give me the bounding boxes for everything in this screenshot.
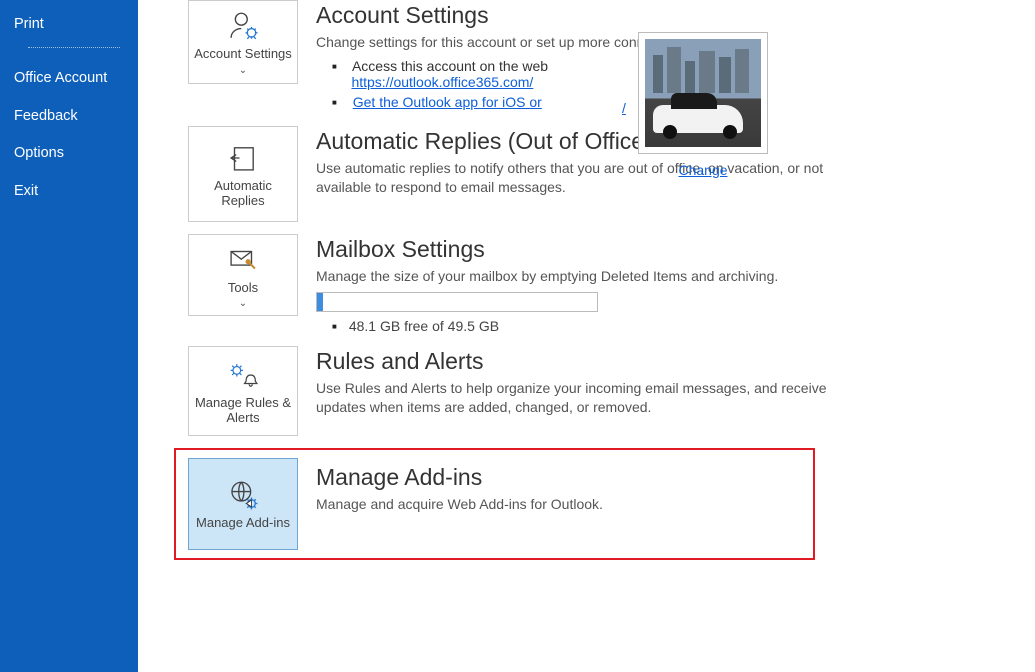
mailbox-storage-text: 48.1 GB free of 49.5 GB (316, 318, 866, 334)
tile-label: Account Settings ⌄ (193, 47, 293, 77)
account-photo (645, 39, 761, 147)
tile-label: Tools (228, 281, 258, 296)
tile-label: Manage Rules & Alerts (193, 396, 293, 426)
get-app-link[interactable]: Get the Outlook app for iOS or (353, 94, 542, 110)
section-title-account: Account Settings (316, 2, 866, 29)
section-rules-alerts: Manage Rules & Alerts Rules and Alerts U… (188, 346, 1035, 436)
section-automatic-replies: Automatic Replies Automatic Replies (Out… (188, 126, 1035, 222)
tile-tools[interactable]: Tools ⌄ (188, 234, 298, 316)
gear-bell-icon (226, 358, 260, 392)
sidebar-item-office-account[interactable]: Office Account (0, 60, 138, 97)
envelope-wrench-icon (226, 243, 260, 277)
tile-rules-alerts[interactable]: Manage Rules & Alerts (188, 346, 298, 436)
backstage-sidebar: Print Office Account Feedback Options Ex… (0, 0, 138, 672)
sidebar-divider (28, 47, 120, 48)
chevron-down-icon: ⌄ (239, 298, 247, 309)
highlight-manage-addins: Manage Add-ins Manage Add-ins Manage and… (174, 448, 815, 560)
tile-account-settings[interactable]: Account Settings ⌄ (188, 0, 298, 84)
tile-label: Manage Add-ins (196, 516, 290, 531)
person-gear-icon (226, 9, 260, 43)
sidebar-item-feedback[interactable]: Feedback (0, 98, 138, 135)
section-mailbox-settings: Tools ⌄ Mailbox Settings Manage the size… (188, 234, 1035, 334)
section-title-mailbox: Mailbox Settings (316, 236, 866, 263)
section-account-settings: Account Settings ⌄ Account Settings Chan… (188, 0, 1035, 114)
sidebar-item-print[interactable]: Print (0, 6, 138, 43)
sidebar-item-options[interactable]: Options (0, 135, 138, 172)
globe-gear-icon (226, 478, 260, 512)
access-web-label: Access this account on the web (352, 58, 548, 74)
url-fragment: / (622, 100, 626, 116)
mailbox-usage-bar (316, 292, 598, 312)
tile-label: Automatic Replies (193, 179, 293, 209)
account-photo-frame (638, 32, 768, 154)
section-desc-account: Change settings for this account or set … (316, 33, 866, 52)
sidebar-item-exit[interactable]: Exit (0, 173, 138, 210)
section-desc-mailbox: Manage the size of your mailbox by empty… (316, 267, 866, 286)
auto-reply-icon (226, 141, 260, 175)
main-content: Account Settings ⌄ Account Settings Chan… (138, 0, 1035, 672)
section-title-autoreply: Automatic Replies (Out of Office) (316, 128, 866, 155)
change-photo-link[interactable]: Change (638, 162, 768, 178)
account-photo-box: Change (638, 32, 768, 178)
section-desc-rules: Use Rules and Alerts to help organize yo… (316, 379, 866, 417)
mailbox-usage-fill (317, 293, 323, 311)
chevron-down-icon: ⌄ (239, 65, 247, 76)
section-title-addins: Manage Add-ins (316, 464, 813, 491)
tile-automatic-replies[interactable]: Automatic Replies (188, 126, 298, 222)
section-title-rules: Rules and Alerts (316, 348, 866, 375)
tile-manage-addins[interactable]: Manage Add-ins (188, 458, 298, 550)
section-desc-addins: Manage and acquire Web Add-ins for Outlo… (316, 495, 813, 514)
section-desc-autoreply: Use automatic replies to notify others t… (316, 159, 866, 197)
owa-url-link[interactable]: https://outlook.office365.com/ (351, 74, 533, 90)
